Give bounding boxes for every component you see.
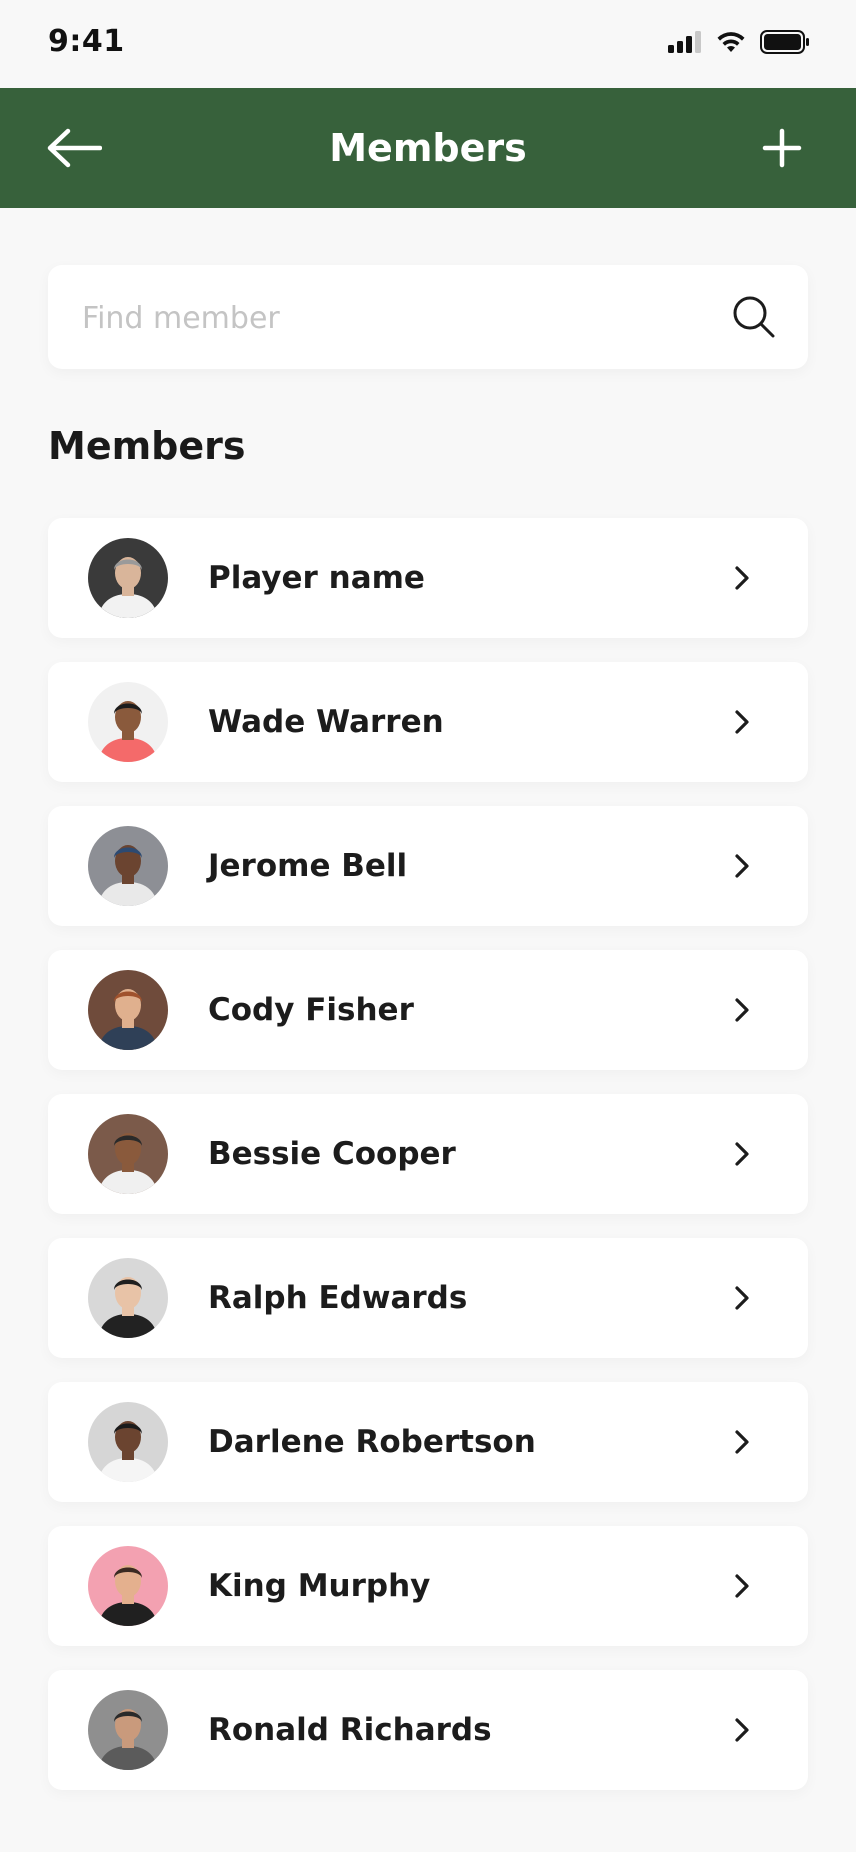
member-name: Darlene Robertson [208,1424,536,1460]
member-avatar [88,1690,168,1770]
search-icon [733,296,775,338]
chevron-right-icon [735,566,749,590]
signal-icon [668,31,701,53]
member-avatar [88,1546,168,1626]
member-row[interactable]: Darlene Robertson [48,1382,808,1502]
battery-icon [760,30,809,54]
member-name: Jerome Bell [208,848,408,884]
chevron-right-icon [735,854,749,878]
search-button[interactable] [732,295,776,339]
member-avatar [88,682,168,762]
member-name: Ralph Edwards [208,1280,468,1316]
member-row[interactable]: King Murphy [48,1526,808,1646]
search-input[interactable] [80,265,724,371]
member-avatar [88,1402,168,1482]
member-avatar [88,826,168,906]
section-title: Members [48,424,246,468]
status-bar: 9:41 [0,0,856,88]
member-row[interactable]: Wade Warren [48,662,808,782]
avatar-photo [88,826,168,906]
member-name: King Murphy [208,1568,431,1604]
member-row[interactable]: Ralph Edwards [48,1238,808,1358]
avatar-photo [88,538,168,618]
member-row[interactable]: Player name [48,518,808,638]
member-name: Cody Fisher [208,992,414,1028]
member-name: Bessie Cooper [208,1136,456,1172]
member-row[interactable]: Jerome Bell [48,806,808,926]
member-row[interactable]: Bessie Cooper [48,1094,808,1214]
member-list: Player name Wade Warren Jerome Bell Cody Fi… [48,518,808,1814]
chevron-right-icon [735,1430,749,1454]
search-bar [48,265,808,371]
member-row[interactable]: Ronald Richards [48,1670,808,1790]
member-name: Wade Warren [208,704,444,740]
avatar-photo [88,1114,168,1194]
status-time: 9:41 [48,24,125,59]
chevron-right-icon [735,1718,749,1742]
page-title: Members [329,126,527,170]
avatar-photo [88,970,168,1050]
member-name: Ronald Richards [208,1712,492,1748]
avatar-photo [88,1546,168,1626]
member-avatar [88,1258,168,1338]
member-avatar [88,538,168,618]
member-avatar [88,1114,168,1194]
add-member-button[interactable] [752,118,812,178]
chevron-right-icon [735,710,749,734]
avatar-photo [88,1690,168,1770]
member-name: Player name [208,560,425,596]
avatar-photo [88,682,168,762]
avatar-photo [88,1402,168,1482]
member-avatar [88,970,168,1050]
member-row[interactable]: Cody Fisher [48,950,808,1070]
plus-icon [762,128,802,168]
chevron-right-icon [735,1286,749,1310]
avatar-photo [88,1258,168,1338]
chevron-right-icon [735,1574,749,1598]
chevron-right-icon [735,1142,749,1166]
status-icons [668,30,810,54]
wifi-icon [717,32,745,52]
chevron-right-icon [735,998,749,1022]
app-header: Members [0,88,856,208]
